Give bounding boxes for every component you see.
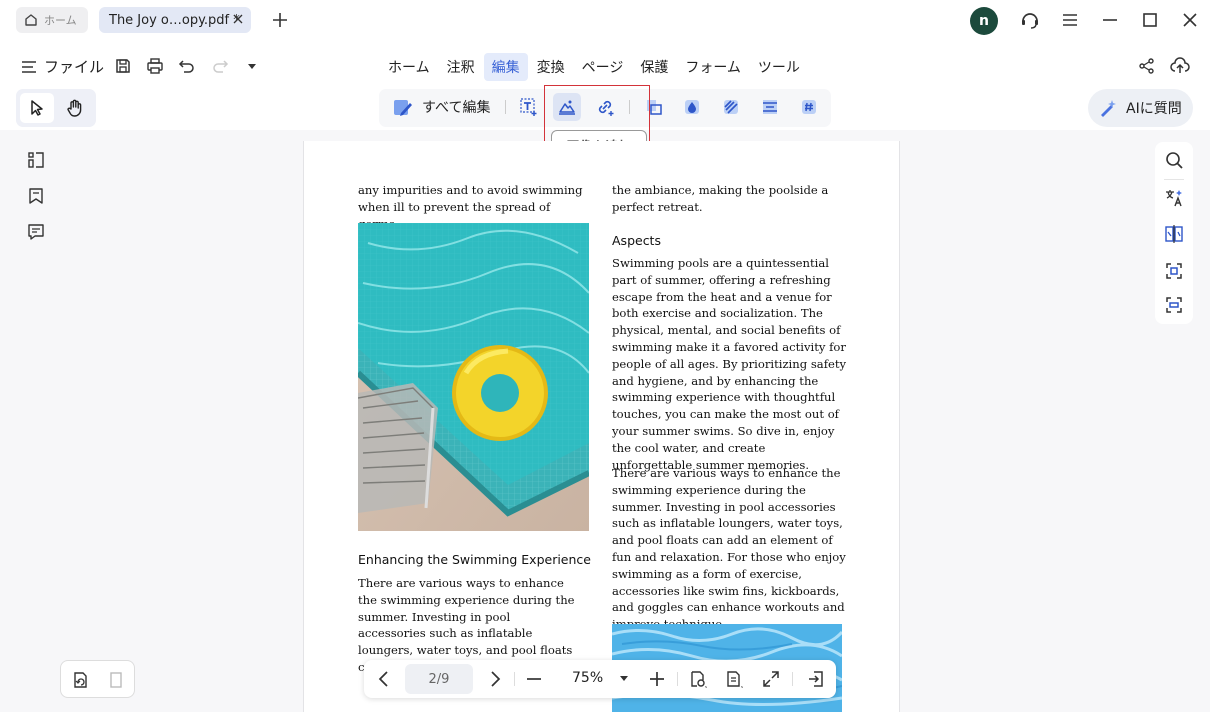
zoom-level[interactable]: 75% — [572, 670, 603, 686]
cloud-upload-icon[interactable] — [1170, 56, 1190, 76]
next-page-icon[interactable] — [485, 669, 505, 689]
toolbar-divider — [505, 100, 506, 114]
page-number-field[interactable]: 2/9 — [405, 664, 473, 694]
tab-home[interactable]: ホーム — [380, 53, 438, 81]
redo-icon[interactable] — [211, 57, 229, 75]
pool-photo — [358, 223, 589, 531]
tab-convert[interactable]: 変換 — [529, 53, 573, 81]
hamburger-menu-icon[interactable] — [1060, 10, 1080, 30]
right-intro-text: the ambiance, making the poolside a perf… — [612, 183, 829, 214]
background-button[interactable] — [717, 93, 745, 121]
zoom-dropdown-icon[interactable] — [619, 673, 629, 683]
tab-protect[interactable]: 保護 — [632, 53, 676, 81]
thumbnails-icon[interactable] — [26, 150, 46, 170]
right-sidebar — [1155, 142, 1193, 324]
page-view-icon[interactable] — [106, 670, 126, 690]
headset-icon[interactable] — [1019, 9, 1041, 31]
save-icon[interactable] — [114, 57, 132, 75]
pdf-page: any impurities and to avoid swimming whe… — [303, 141, 900, 712]
ask-ai-button[interactable]: AIに質問 — [1088, 89, 1193, 127]
edit-all-label: すべて編集 — [422, 100, 491, 116]
maximize-icon[interactable] — [1140, 10, 1160, 30]
ai-sparkle-icon — [1098, 98, 1118, 118]
rotate-controls — [60, 660, 135, 698]
main-menu-tabs: ホーム 注釈 編集 変換 ページ 保護 フォーム ツール — [380, 53, 809, 81]
ask-ai-label: AIに質問 — [1126, 101, 1182, 117]
fit-screen-icon[interactable] — [761, 669, 781, 689]
watermark-icon — [685, 100, 699, 114]
tab-form[interactable]: フォーム — [677, 53, 749, 81]
right-paragraph-2: There are various ways to enhance the sw… — [612, 466, 846, 631]
zoom-in-icon[interactable] — [647, 669, 667, 689]
file-menu[interactable]: ファイル — [20, 56, 104, 77]
document-tab-label: The Joy o…opy.pdf * — [109, 12, 240, 28]
bookmark-icon[interactable] — [26, 186, 46, 206]
compare-icon[interactable] — [1164, 224, 1184, 244]
right-section-heading: Aspects — [612, 233, 661, 248]
previous-page-icon[interactable] — [374, 669, 394, 689]
translate-icon[interactable] — [1164, 188, 1184, 208]
search-icon[interactable] — [1164, 150, 1184, 170]
home-icon — [24, 13, 38, 27]
interaction-mode-group — [16, 89, 96, 127]
select-cursor-icon[interactable] — [28, 99, 46, 117]
quick-access-dropdown-icon[interactable] — [246, 60, 258, 72]
ocr-scan-icon[interactable] — [1164, 295, 1184, 315]
menu-lines-icon — [20, 58, 38, 76]
edit-all-icon — [392, 96, 414, 118]
view-mode-icon[interactable] — [688, 669, 708, 689]
screenshot-icon[interactable] — [1164, 261, 1184, 281]
home-tab-label: ホーム — [44, 14, 77, 27]
watermark-button[interactable] — [678, 93, 706, 121]
add-text-button[interactable] — [515, 93, 543, 121]
bates-number-button[interactable] — [795, 93, 823, 121]
document-tab[interactable]: The Joy o…opy.pdf * — [99, 7, 251, 33]
page-navigation-bar: 2/9 75% — [364, 660, 836, 698]
avatar[interactable]: n — [970, 7, 998, 35]
minimize-icon[interactable] — [1100, 10, 1120, 30]
undo-icon[interactable] — [178, 57, 196, 75]
bates-number-icon — [802, 100, 816, 114]
right-paragraph-1: Swimming pools are a quintessential part… — [612, 256, 847, 472]
left-sidebar — [18, 142, 56, 250]
home-tab[interactable]: ホーム — [16, 7, 88, 33]
rotate-page-icon[interactable] — [70, 670, 90, 690]
close-tab-icon[interactable] — [231, 12, 245, 26]
tab-tools[interactable]: ツール — [750, 53, 808, 81]
tab-annotate[interactable]: 注釈 — [439, 53, 483, 81]
page-layout-icon[interactable] — [724, 669, 744, 689]
hand-tool-icon[interactable] — [65, 98, 85, 118]
exit-fullscreen-icon[interactable] — [806, 669, 826, 689]
comments-icon[interactable] — [26, 222, 46, 242]
header-footer-button[interactable] — [756, 93, 784, 121]
print-icon[interactable] — [146, 57, 164, 75]
file-menu-label: ファイル — [44, 58, 105, 76]
edit-all-button[interactable]: すべて編集 — [392, 96, 490, 118]
tab-edit[interactable]: 編集 — [483, 53, 528, 81]
new-tab-icon[interactable] — [270, 10, 290, 30]
header-footer-icon — [763, 100, 777, 114]
left-section-heading: Enhancing the Swimming Experience — [358, 552, 591, 567]
zoom-out-icon[interactable] — [524, 669, 544, 689]
background-icon — [724, 100, 738, 114]
share-icon[interactable] — [1138, 57, 1156, 75]
add-text-icon — [520, 98, 537, 116]
tab-page[interactable]: ページ — [574, 53, 632, 81]
close-window-icon[interactable] — [1180, 10, 1200, 30]
